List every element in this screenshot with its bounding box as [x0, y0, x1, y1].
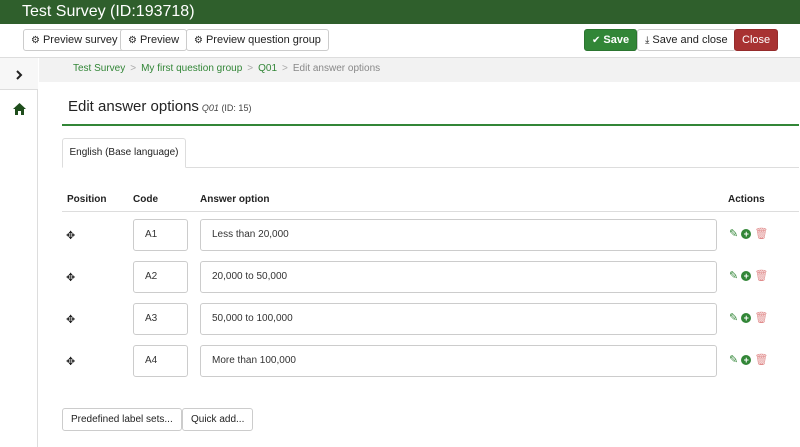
header-answer-option: Answer option	[200, 194, 270, 205]
window-title-bar: Test Survey (ID:193718)	[0, 0, 800, 24]
sidebar	[0, 58, 38, 447]
preview-survey-button[interactable]: ⚙ Preview survey	[23, 29, 126, 51]
gear-icon: ⚙	[128, 35, 137, 46]
add-circle-icon[interactable]: +	[741, 313, 752, 323]
row-actions: ✎ + 🗑	[729, 228, 768, 240]
sidebar-home[interactable]	[0, 92, 38, 124]
move-icon[interactable]: ✥	[66, 229, 75, 242]
question-info: Q01 (ID: 15)	[202, 103, 252, 113]
trash-icon[interactable]: 🗑	[754, 228, 768, 240]
breadcrumb-question[interactable]: Q01	[258, 63, 277, 74]
title-divider	[62, 124, 799, 126]
table-header-divider	[62, 211, 799, 212]
code-input[interactable]: A1	[133, 219, 188, 251]
sidebar-toggle[interactable]	[0, 58, 38, 90]
preview-question-group-label: Preview question group	[205, 34, 321, 46]
row-actions: ✎ + 🗑	[729, 312, 768, 324]
save-label: Save	[603, 34, 630, 46]
add-circle-icon[interactable]: +	[741, 271, 752, 281]
save-and-close-label: Save and close	[652, 34, 728, 46]
header-position: Position	[67, 194, 107, 205]
move-icon[interactable]: ✥	[66, 313, 75, 326]
page-title: Edit answer options Q01 (ID: 15)	[68, 98, 251, 115]
breadcrumb-separator: >	[282, 63, 288, 74]
preview-survey-label: Preview survey	[42, 34, 118, 46]
predefined-label-sets-button[interactable]: Predefined label sets...	[62, 408, 182, 431]
pencil-icon[interactable]: ✎	[729, 270, 738, 282]
table-row: ✥ A4 More than 100,000 ✎ + 🗑	[62, 345, 799, 387]
pencil-icon[interactable]: ✎	[729, 312, 738, 324]
quick-add-button[interactable]: Quick add...	[182, 408, 254, 431]
question-code: Q01	[201, 103, 219, 113]
breadcrumb: Test Survey > My first question group > Q01 >…	[39, 58, 800, 82]
window-title: Test Survey (ID:193718)	[22, 3, 195, 20]
breadcrumb-survey[interactable]: Test Survey	[73, 63, 125, 74]
close-button[interactable]: Close	[734, 29, 779, 51]
gear-icon: ⚙	[194, 35, 203, 46]
add-circle-icon[interactable]: +	[741, 355, 752, 365]
breadcrumb-separator: >	[247, 63, 254, 74]
preview-question-group-button[interactable]: ⚙ Preview question group	[186, 29, 329, 51]
code-input[interactable]: A3	[133, 303, 188, 335]
chevron-right-icon	[16, 70, 23, 80]
header-code: Code	[133, 194, 158, 205]
header-actions: Actions	[728, 194, 765, 205]
page-title-text: Edit answer options	[68, 98, 199, 115]
pencil-icon[interactable]: ✎	[729, 354, 738, 366]
breadcrumb-separator: >	[130, 63, 137, 74]
move-icon[interactable]: ✥	[66, 355, 75, 368]
pencil-icon[interactable]: ✎	[729, 228, 738, 240]
tab-english-base-language[interactable]: English (Base language)	[62, 138, 186, 168]
save-button[interactable]: ✔ Save	[584, 29, 638, 51]
answer-input[interactable]: Less than 20,000	[200, 219, 717, 251]
save-close-icon: ⤓	[645, 35, 650, 46]
row-actions: ✎ + 🗑	[729, 270, 768, 282]
breadcrumb-question-group[interactable]: My first question group	[141, 63, 242, 74]
save-and-close-button[interactable]: ⤓ Save and close	[637, 29, 736, 51]
gear-icon: ⚙	[31, 35, 40, 46]
close-label: Close	[742, 34, 771, 46]
trash-icon[interactable]: 🗑	[754, 270, 768, 282]
row-actions: ✎ + 🗑	[729, 354, 768, 366]
home-icon	[12, 102, 26, 115]
table-row: ✥ A1 Less than 20,000 ✎ + 🗑	[62, 219, 799, 261]
question-id: (ID: 15)	[221, 103, 252, 113]
toolbar: ⚙ Preview survey ⚙ Preview ⚙ Preview questi…	[0, 24, 800, 58]
code-input[interactable]: A4	[133, 345, 188, 377]
code-input[interactable]: A2	[133, 261, 188, 293]
add-circle-icon[interactable]: +	[741, 229, 752, 239]
trash-icon[interactable]: 🗑	[754, 354, 768, 366]
answer-input[interactable]: More than 100,000	[200, 345, 717, 377]
check-icon: ✔	[592, 35, 601, 46]
preview-label: Preview	[139, 34, 180, 46]
main-content: Test Survey > My first question group > Q01 >…	[39, 58, 800, 447]
move-icon[interactable]: ✥	[66, 271, 75, 284]
table-row: ✥ A2 20,000 to 50,000 ✎ + 🗑	[62, 261, 799, 303]
trash-icon[interactable]: 🗑	[754, 312, 768, 324]
answer-input[interactable]: 50,000 to 100,000	[200, 303, 717, 335]
preview-button[interactable]: ⚙ Preview	[120, 29, 188, 51]
answer-input[interactable]: 20,000 to 50,000	[200, 261, 717, 293]
breadcrumb-current: Edit answer options	[292, 63, 381, 74]
table-row: ✥ A3 50,000 to 100,000 ✎ + 🗑	[62, 303, 799, 345]
